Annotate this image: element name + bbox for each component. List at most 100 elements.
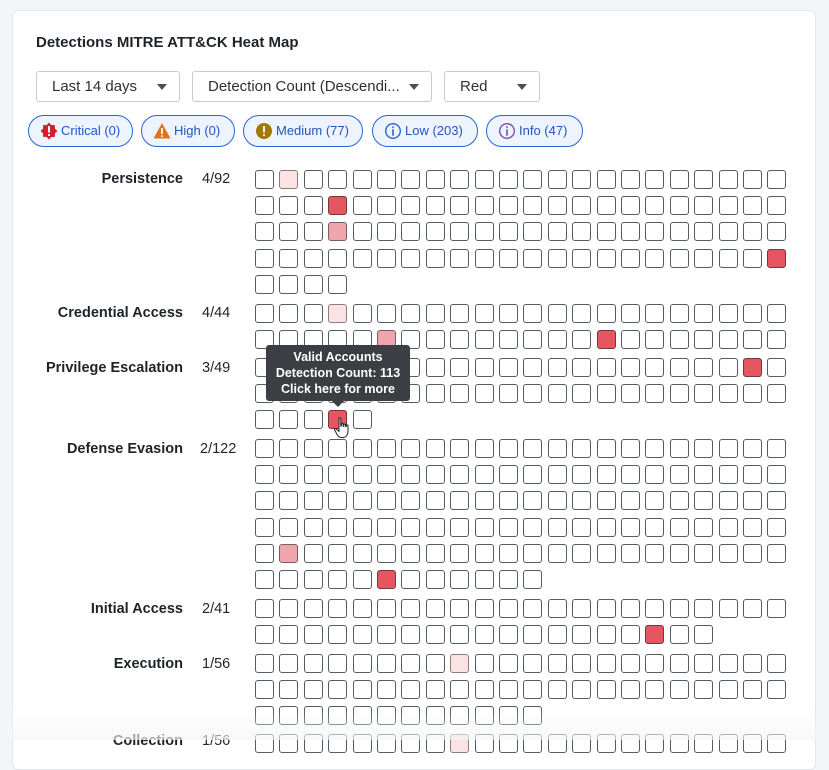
- technique-cell-defense-evasion[interactable]: [328, 491, 348, 511]
- technique-cell-defense-evasion[interactable]: [425, 491, 445, 511]
- technique-cell-persistence[interactable]: [523, 222, 543, 242]
- severity-filter-high[interactable]: High (0): [141, 115, 235, 147]
- technique-cell-persistence[interactable]: [279, 274, 299, 294]
- technique-cell-privilege-escalation[interactable]: [694, 384, 714, 404]
- technique-cell-defense-evasion[interactable]: [645, 465, 665, 485]
- technique-cell-initial-access[interactable]: [474, 625, 494, 645]
- technique-cell-privilege-escalation[interactable]: [572, 384, 592, 404]
- technique-cell-execution[interactable]: [718, 680, 738, 700]
- technique-cell-defense-evasion[interactable]: [596, 491, 616, 511]
- technique-cell-defense-evasion[interactable]: [621, 439, 640, 458]
- technique-cell-collection[interactable]: [450, 734, 470, 753]
- technique-cell-defense-evasion[interactable]: [621, 465, 640, 485]
- technique-cell-persistence[interactable]: [328, 248, 348, 268]
- technique-cell-execution[interactable]: [401, 706, 421, 726]
- technique-cell-credential-access[interactable]: [303, 304, 323, 323]
- technique-cell-credential-access[interactable]: [718, 330, 738, 350]
- technique-cell-initial-access[interactable]: [669, 625, 689, 645]
- technique-cell-defense-evasion[interactable]: [450, 543, 470, 563]
- technique-cell-execution[interactable]: [499, 654, 518, 673]
- technique-cell-persistence[interactable]: [572, 196, 592, 216]
- technique-cell-defense-evasion[interactable]: [669, 543, 689, 563]
- technique-cell-persistence[interactable]: [645, 170, 665, 189]
- technique-cell-persistence[interactable]: [572, 248, 592, 268]
- technique-cell-initial-access[interactable]: [279, 599, 299, 618]
- technique-cell-execution[interactable]: [523, 706, 543, 726]
- technique-cell-privilege-escalation[interactable]: [718, 384, 738, 404]
- technique-cell-execution[interactable]: [255, 706, 274, 726]
- technique-cell-defense-evasion[interactable]: [718, 517, 738, 537]
- technique-cell-persistence[interactable]: [279, 196, 299, 216]
- technique-cell-defense-evasion[interactable]: [767, 517, 787, 537]
- technique-cell-privilege-escalation[interactable]: [303, 410, 323, 430]
- technique-cell-credential-access[interactable]: [694, 330, 714, 350]
- technique-cell-credential-access[interactable]: [499, 330, 518, 350]
- technique-cell-initial-access[interactable]: [743, 599, 762, 618]
- technique-cell-persistence[interactable]: [621, 170, 640, 189]
- technique-cell-execution[interactable]: [694, 654, 714, 673]
- technique-cell-credential-access[interactable]: [425, 304, 445, 323]
- technique-cell-privilege-escalation[interactable]: [694, 358, 714, 377]
- technique-cell-defense-evasion[interactable]: [352, 517, 372, 537]
- technique-cell-persistence[interactable]: [645, 248, 665, 268]
- technique-cell-persistence[interactable]: [718, 248, 738, 268]
- technique-cell-defense-evasion[interactable]: [621, 517, 640, 537]
- technique-cell-defense-evasion[interactable]: [669, 465, 689, 485]
- technique-cell-defense-evasion[interactable]: [401, 570, 421, 589]
- technique-cell-defense-evasion[interactable]: [303, 517, 323, 537]
- technique-cell-defense-evasion[interactable]: [255, 439, 274, 458]
- technique-cell-initial-access[interactable]: [303, 599, 323, 618]
- technique-cell-initial-access[interactable]: [621, 625, 640, 645]
- technique-cell-defense-evasion[interactable]: [425, 465, 445, 485]
- technique-cell-initial-access[interactable]: [450, 625, 470, 645]
- technique-cell-defense-evasion[interactable]: [596, 517, 616, 537]
- technique-cell-execution[interactable]: [621, 680, 640, 700]
- technique-cell-persistence[interactable]: [352, 222, 372, 242]
- technique-cell-collection[interactable]: [303, 734, 323, 753]
- technique-cell-persistence[interactable]: [425, 248, 445, 268]
- technique-cell-execution[interactable]: [352, 654, 372, 673]
- technique-cell-execution[interactable]: [425, 680, 445, 700]
- technique-cell-execution[interactable]: [547, 680, 567, 700]
- technique-cell-execution[interactable]: [596, 654, 616, 673]
- technique-cell-defense-evasion[interactable]: [328, 465, 348, 485]
- technique-cell-credential-access[interactable]: [352, 304, 372, 323]
- technique-cell-persistence[interactable]: [450, 248, 470, 268]
- technique-cell-execution[interactable]: [425, 654, 445, 673]
- technique-cell-credential-access[interactable]: [767, 330, 787, 350]
- technique-cell-defense-evasion[interactable]: [694, 491, 714, 511]
- technique-cell-persistence[interactable]: [255, 170, 274, 189]
- technique-cell-defense-evasion[interactable]: [328, 439, 348, 458]
- technique-cell-execution[interactable]: [377, 654, 396, 673]
- technique-cell-credential-access[interactable]: [718, 304, 738, 323]
- technique-cell-persistence[interactable]: [523, 170, 543, 189]
- technique-cell-credential-access[interactable]: [743, 330, 762, 350]
- technique-cell-persistence[interactable]: [352, 196, 372, 216]
- technique-cell-defense-evasion[interactable]: [694, 465, 714, 485]
- technique-cell-initial-access[interactable]: [499, 625, 518, 645]
- technique-cell-defense-evasion[interactable]: [572, 517, 592, 537]
- technique-cell-defense-evasion[interactable]: [596, 465, 616, 485]
- technique-cell-persistence[interactable]: [694, 170, 714, 189]
- technique-cell-execution[interactable]: [328, 680, 348, 700]
- technique-cell-defense-evasion[interactable]: [377, 439, 396, 458]
- technique-cell-persistence[interactable]: [377, 170, 396, 189]
- technique-cell-defense-evasion[interactable]: [474, 491, 494, 511]
- technique-cell-privilege-escalation[interactable]: [499, 384, 518, 404]
- technique-cell-persistence[interactable]: [303, 222, 323, 242]
- technique-cell-defense-evasion[interactable]: [743, 517, 762, 537]
- technique-cell-defense-evasion[interactable]: [425, 439, 445, 458]
- technique-cell-execution[interactable]: [352, 680, 372, 700]
- technique-cell-execution[interactable]: [596, 680, 616, 700]
- technique-cell-defense-evasion[interactable]: [523, 439, 543, 458]
- technique-cell-defense-evasion[interactable]: [523, 543, 543, 563]
- technique-cell-persistence[interactable]: [279, 248, 299, 268]
- technique-cell-execution[interactable]: [743, 680, 762, 700]
- technique-cell-defense-evasion[interactable]: [401, 439, 421, 458]
- technique-cell-persistence[interactable]: [694, 196, 714, 216]
- technique-cell-credential-access[interactable]: [669, 330, 689, 350]
- technique-cell-privilege-escalation[interactable]: [645, 358, 665, 377]
- technique-cell-defense-evasion[interactable]: [694, 543, 714, 563]
- technique-cell-defense-evasion[interactable]: [547, 543, 567, 563]
- technique-cell-collection[interactable]: [596, 734, 616, 753]
